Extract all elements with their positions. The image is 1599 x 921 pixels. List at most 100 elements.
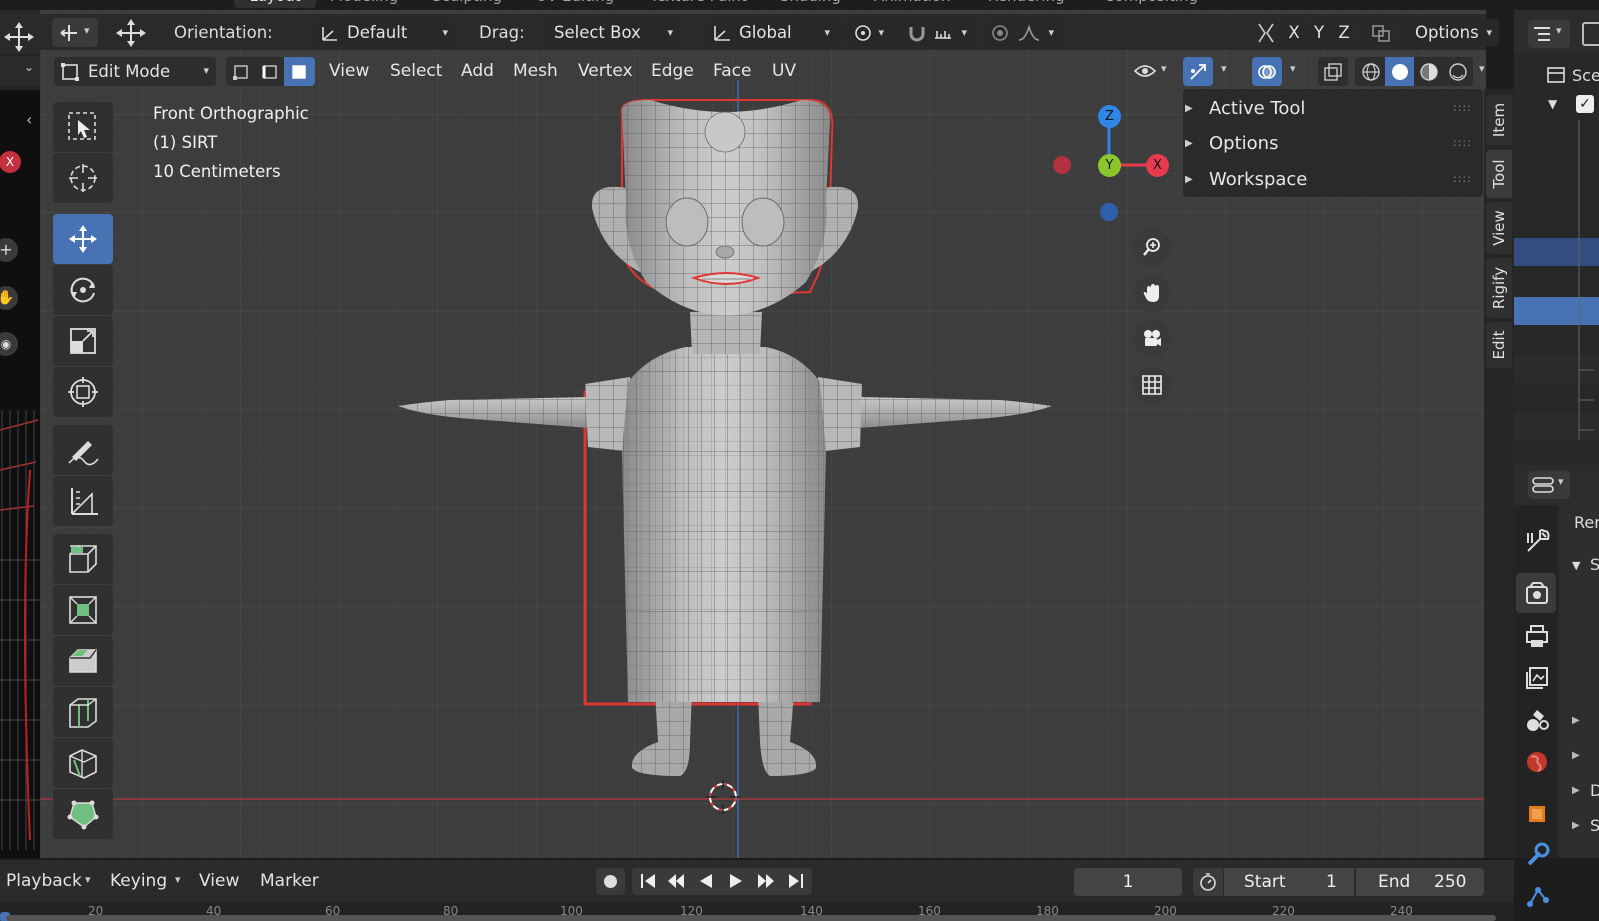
move-tool-icon[interactable] <box>114 17 148 49</box>
knife-tool[interactable] <box>53 738 113 788</box>
modifier-wrench-icon[interactable] <box>1520 838 1554 872</box>
scale-tool[interactable] <box>53 316 113 366</box>
tab-rendering[interactable]: Rendering <box>988 0 1065 8</box>
drag-grip-icon[interactable]: :::: <box>1453 126 1472 160</box>
3d-cursor[interactable] <box>706 780 740 814</box>
ortho-toggle-button[interactable] <box>1133 366 1171 404</box>
menu-vertex[interactable]: Vertex <box>572 56 639 86</box>
snap-group[interactable]: ▾ <box>902 19 974 46</box>
zoom-button[interactable] <box>1133 228 1171 266</box>
menu-uv[interactable]: UV <box>766 56 802 86</box>
move-arrows-icon[interactable] <box>2 20 36 54</box>
auto-keying-button[interactable] <box>596 868 625 895</box>
transform-orientation-dropdown[interactable]: Global ▾ <box>705 19 837 46</box>
tab-texture-paint[interactable]: Texture Paint <box>650 0 747 8</box>
triangle-down-icon[interactable]: ▼ <box>1572 559 1580 572</box>
filter-icon[interactable] <box>1582 22 1599 46</box>
transform-pivot-button[interactable]: ▾ <box>52 18 98 47</box>
mirror-y-toggle[interactable]: Y <box>1307 19 1331 46</box>
inset-faces-tool[interactable] <box>53 585 113 635</box>
camera-view-button[interactable] <box>1133 320 1171 358</box>
chevron-down-icon[interactable]: ▾ <box>1221 62 1227 75</box>
end-frame-field[interactable]: End 250 <box>1356 868 1484 896</box>
jump-keyframe-forward-icon[interactable] <box>752 867 780 895</box>
select-box-tool[interactable] <box>53 102 113 152</box>
tab-tool[interactable]: Tool <box>1486 150 1512 198</box>
preview-range-button[interactable] <box>1193 868 1223 896</box>
menu-marker[interactable]: Marker <box>260 866 319 896</box>
menu-mesh[interactable]: Mesh <box>507 56 564 86</box>
world-icon[interactable] <box>1520 745 1554 779</box>
mirror-axis-icon[interactable] <box>1253 20 1279 46</box>
tab-item[interactable]: Item <box>1486 95 1512 145</box>
jump-keyframe-back-icon[interactable] <box>662 867 690 895</box>
properties-editor-type-button[interactable]: ▾ <box>1528 471 1570 499</box>
edge-select-button[interactable] <box>255 57 284 86</box>
mirror-x-toggle[interactable]: X <box>1282 19 1306 46</box>
pivot-point-dropdown[interactable]: ▾ <box>847 19 891 46</box>
mirror-z-toggle[interactable]: Z <box>1332 19 1356 46</box>
chevron-down-icon[interactable]: ▾ <box>1290 62 1296 75</box>
vertex-select-button[interactable] <box>226 57 255 86</box>
pan-button[interactable] <box>1133 274 1171 312</box>
scene-icon[interactable] <box>1520 703 1554 737</box>
bevel-tool[interactable] <box>53 636 113 686</box>
current-frame-field[interactable]: 1 <box>1074 868 1182 896</box>
play-icon[interactable] <box>722 867 750 895</box>
tab-rigify[interactable]: Rigify <box>1486 258 1512 318</box>
character-mesh[interactable] <box>390 92 1080 802</box>
gizmo-toggle[interactable] <box>1183 57 1213 86</box>
visibility-dropdown[interactable]: ▾ <box>1131 57 1173 86</box>
measure-tool[interactable] <box>53 476 113 526</box>
add-cube-tool[interactable] <box>53 534 113 584</box>
triangle-right-icon[interactable]: ▶ <box>1572 750 1580 761</box>
timeline-scrollbar[interactable] <box>6 915 1496 921</box>
drag-grip-icon[interactable]: :::: <box>1453 162 1472 196</box>
rendered-shading-icon[interactable] <box>1447 61 1469 83</box>
material-shading-icon[interactable] <box>1418 61 1440 83</box>
overlays-toggle[interactable] <box>1252 57 1282 86</box>
tab-modeling[interactable]: Modeling <box>330 0 398 8</box>
loop-cut-tool[interactable] <box>53 687 113 737</box>
jump-start-icon[interactable] <box>634 867 662 895</box>
snap-magnet-icon[interactable] <box>906 23 928 43</box>
panel-options[interactable]: ▶ Options :::: <box>1185 127 1475 161</box>
move-tool[interactable] <box>53 214 113 264</box>
menu-edge[interactable]: Edge <box>645 56 700 86</box>
tab-sculpting[interactable]: Sculpting <box>432 0 502 8</box>
menu-select[interactable]: Select <box>384 56 448 86</box>
output-printer-icon[interactable] <box>1520 619 1554 653</box>
drag-grip-icon[interactable]: :::: <box>1453 91 1472 125</box>
xray-toggle[interactable] <box>1318 57 1348 86</box>
tab-animation[interactable]: Animation <box>874 0 950 8</box>
view-layer-icon[interactable] <box>1520 661 1554 695</box>
tab-shading[interactable]: Shading <box>780 0 841 8</box>
poly-build-tool[interactable] <box>53 789 113 839</box>
cursor-tool[interactable] <box>53 153 113 203</box>
tab-edit[interactable]: Edit <box>1486 322 1512 368</box>
tab-layout[interactable]: Layout <box>234 0 316 8</box>
drag-dropdown[interactable]: Select Box ▾ <box>544 19 680 46</box>
particles-icon[interactable] <box>1520 880 1554 914</box>
menu-view-timeline[interactable]: View <box>199 866 239 896</box>
falloff-curve-icon[interactable] <box>1017 23 1041 43</box>
play-reverse-icon[interactable] <box>692 867 720 895</box>
snap-increment-icon[interactable] <box>932 23 954 43</box>
menu-add[interactable]: Add <box>455 56 500 86</box>
triangle-right-icon[interactable]: ▶ <box>1572 785 1580 796</box>
chevron-left-icon[interactable]: ‹ <box>26 110 32 129</box>
jump-end-icon[interactable] <box>782 867 810 895</box>
tab-uv-editing[interactable]: UV Editing <box>536 0 614 8</box>
gizmo-z-axis[interactable]: Z <box>1098 105 1121 128</box>
auto-merge-toggle[interactable] <box>1366 19 1396 46</box>
checkbox-checked[interactable]: ✓ <box>1576 95 1594 113</box>
rotate-tool[interactable] <box>53 265 113 315</box>
outliner-editor-type-button[interactable]: ▾ <box>1528 20 1570 48</box>
menu-face[interactable]: Face <box>707 56 757 86</box>
triangle-down-icon[interactable]: ▼ <box>1548 97 1557 111</box>
face-select-button[interactable] <box>284 57 315 86</box>
tab-compositing[interactable]: Compositing <box>1104 0 1198 8</box>
panel-active-tool[interactable]: ▶ Active Tool :::: <box>1185 92 1475 126</box>
orientation-dropdown[interactable]: Default ▾ <box>313 19 455 46</box>
menu-view[interactable]: View <box>323 56 375 86</box>
